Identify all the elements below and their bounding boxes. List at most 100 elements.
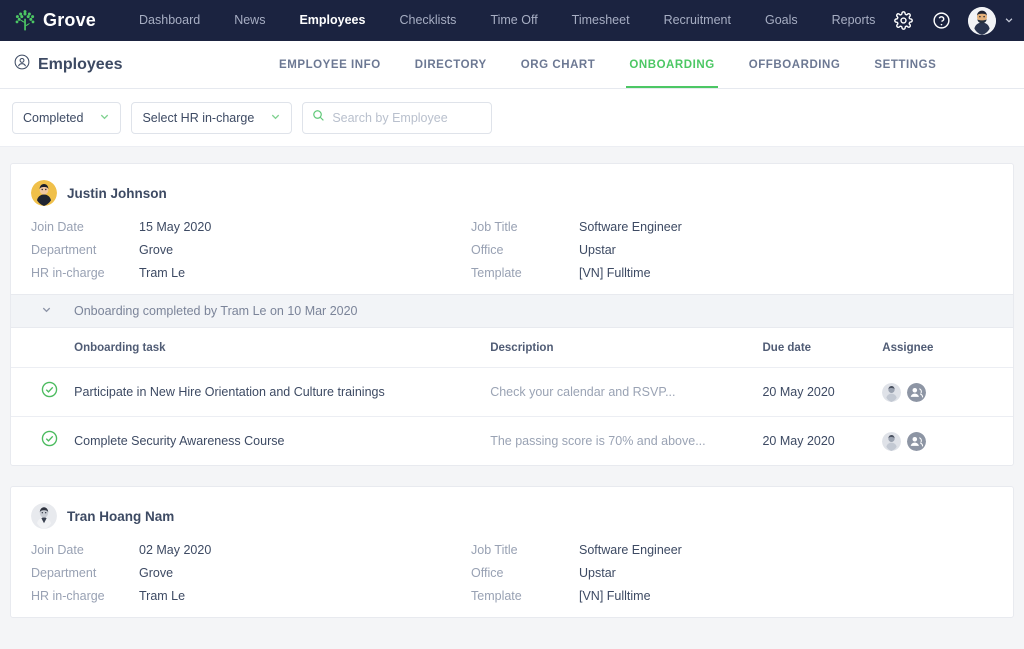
task-assignees	[882, 417, 1013, 466]
meta-value-hr-in-charge: Tram Le	[139, 266, 186, 280]
meta-value-job-title: Software Engineer	[579, 220, 682, 234]
chevron-down-icon[interactable]	[1004, 12, 1014, 30]
user-avatar[interactable]	[968, 6, 996, 35]
meta-job-title: Job Title Software Engineer	[471, 220, 682, 234]
meta-job-title: Job Title Software Engineer	[471, 543, 682, 557]
nav-item-checklists[interactable]: Checklists	[382, 0, 473, 41]
meta-label-office: Office	[471, 566, 504, 580]
meta-template: Template [VN] Fulltime	[471, 266, 682, 280]
employee-meta-right: Job Title Software Engineer Office Upsta…	[471, 543, 682, 603]
meta-hr-in-charge: HR in-charge Tram Le	[31, 589, 471, 603]
meta-label-hr-in-charge: HR in-charge	[31, 266, 105, 280]
meta-value-join-date: 02 May 2020	[139, 543, 212, 557]
brand-name: Grove	[43, 10, 97, 30]
assignee-avatar-photo[interactable]	[882, 382, 902, 402]
tab-employee-info[interactable]: EMPLOYEE INFO	[262, 41, 398, 88]
meta-label-job-title: Job Title	[471, 543, 518, 557]
meta-label-office: Office	[471, 243, 504, 257]
meta-value-hr-in-charge: Tram Le	[139, 589, 186, 603]
meta-value-template: [VN] Fulltime	[579, 266, 651, 280]
onboarding-completed-note: Onboarding completed by Tram Le on 10 Ma…	[74, 304, 358, 318]
section-tabs: EMPLOYEE INFO DIRECTORY ORG CHART ONBOAR…	[262, 41, 953, 88]
task-assignees	[882, 367, 1013, 417]
employee-identity[interactable]: Tran Hoang Nam	[31, 503, 993, 529]
employee-identity[interactable]: Justin Johnson	[31, 180, 993, 206]
status-filter-dropdown[interactable]: Completed	[12, 101, 122, 134]
nav-item-employees[interactable]: Employees	[282, 0, 382, 41]
question-circle-icon[interactable]	[930, 10, 952, 32]
nav-item-goals[interactable]: Goals	[748, 0, 815, 41]
nav-item-recruitment[interactable]: Recruitment	[647, 0, 748, 41]
table-header-status	[11, 328, 75, 368]
tab-directory[interactable]: DIRECTORY	[398, 41, 504, 88]
meta-label-join-date: Join Date	[31, 543, 84, 557]
grove-tree-logo-icon	[14, 9, 36, 33]
chevron-down-icon	[99, 111, 110, 125]
meta-value-join-date: 15 May 2020	[139, 220, 212, 234]
task-status-cell	[11, 367, 75, 417]
search-input[interactable]	[332, 110, 483, 125]
nav-item-dashboard[interactable]: Dashboard	[122, 0, 217, 41]
meta-value-template: [VN] Fulltime	[579, 589, 651, 603]
meta-label-template: Template	[471, 266, 522, 280]
table-row[interactable]: Participate in New Hire Orientation and …	[11, 367, 1013, 417]
meta-label-department: Department	[31, 566, 97, 580]
table-header-row: Onboarding task Description Due date Ass…	[11, 328, 1013, 368]
employee-name: Tran Hoang Nam	[67, 508, 175, 524]
employee-meta-left: Join Date 15 May 2020 Department Grove H…	[31, 220, 471, 280]
meta-value-department: Grove	[139, 243, 174, 257]
page-title: Employees	[14, 54, 122, 75]
avatar	[31, 503, 57, 529]
user-circle-icon	[14, 54, 30, 75]
meta-office: Office Upstar	[471, 566, 682, 580]
onboarding-completed-bar[interactable]: Onboarding completed by Tram Le on 10 Ma…	[11, 294, 1013, 328]
meta-label-join-date: Join Date	[31, 220, 84, 234]
assignee-avatar-group[interactable]	[907, 431, 927, 451]
filter-bar: Completed Select HR in-charge	[0, 89, 1024, 147]
top-nav-items: Dashboard News Employees Checklists Time…	[122, 0, 892, 41]
meta-join-date: Join Date 15 May 2020	[31, 220, 471, 234]
brand-logo-group[interactable]: Grove	[14, 9, 96, 33]
table-row[interactable]: Complete Security Awareness Course The p…	[11, 417, 1013, 466]
employee-search-box[interactable]	[302, 101, 493, 134]
tab-settings[interactable]: SETTINGS	[857, 41, 953, 88]
nav-item-timesheet[interactable]: Timesheet	[555, 0, 647, 41]
meta-label-job-title: Job Title	[471, 220, 518, 234]
assignee-avatar-photo[interactable]	[882, 431, 902, 451]
meta-office: Office Upstar	[471, 243, 682, 257]
chevron-down-icon[interactable]	[41, 302, 52, 320]
status-filter-value: Completed	[23, 110, 84, 125]
employee-meta-left: Join Date 02 May 2020 Department Grove H…	[31, 543, 471, 603]
avatar	[31, 180, 57, 206]
meta-hr-in-charge: HR in-charge Tram Le	[31, 266, 471, 280]
check-circle-icon[interactable]	[41, 381, 58, 402]
employee-meta: Join Date 02 May 2020 Department Grove H…	[31, 543, 993, 603]
nav-item-news[interactable]: News	[217, 0, 282, 41]
nav-item-reports[interactable]: Reports	[815, 0, 893, 41]
top-nav-right-actions	[892, 6, 1014, 35]
meta-value-office: Upstar	[579, 243, 616, 257]
table-header-assignee: Assignee	[882, 328, 1013, 368]
tab-onboarding[interactable]: ONBOARDING	[612, 41, 731, 88]
hr-in-charge-filter-value: Select HR in-charge	[142, 110, 255, 125]
meta-label-template: Template	[471, 589, 522, 603]
table-header-task: Onboarding task	[74, 328, 491, 368]
employee-meta: Join Date 15 May 2020 Department Grove H…	[31, 220, 993, 280]
employee-meta-right: Job Title Software Engineer Office Upsta…	[471, 220, 682, 280]
gear-icon[interactable]	[892, 10, 914, 32]
hr-in-charge-filter-dropdown[interactable]: Select HR in-charge	[131, 101, 293, 134]
task-description: Check your calendar and RSVP...	[490, 367, 763, 417]
tab-offboarding[interactable]: OFFBOARDING	[732, 41, 858, 88]
task-name: Participate in New Hire Orientation and …	[74, 367, 491, 417]
task-due-date: 20 May 2020	[762, 367, 883, 417]
chevron-down-icon	[270, 111, 281, 125]
nav-item-time-off[interactable]: Time Off	[473, 0, 554, 41]
check-circle-icon[interactable]	[41, 430, 58, 451]
meta-department: Department Grove	[31, 243, 471, 257]
assignee-avatar-group[interactable]	[907, 382, 927, 402]
meta-label-hr-in-charge: HR in-charge	[31, 589, 105, 603]
onboarding-tasks-table: Onboarding task Description Due date Ass…	[11, 328, 1013, 465]
employee-card-header: Tran Hoang Nam Join Date 02 May 2020 Dep…	[11, 487, 1013, 617]
tab-org-chart[interactable]: ORG CHART	[504, 41, 613, 88]
meta-department: Department Grove	[31, 566, 471, 580]
